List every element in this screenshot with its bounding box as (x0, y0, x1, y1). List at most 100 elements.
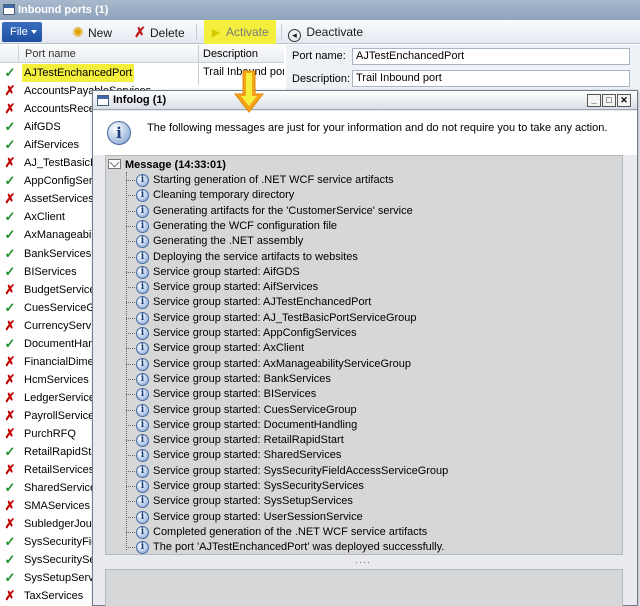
new-button[interactable]: ✺ New (70, 22, 112, 42)
checkmark-icon: ✓ (4, 570, 16, 586)
tree-connector (126, 302, 135, 304)
port-name-cell: TaxServices (24, 590, 84, 603)
checkmark-icon: ✓ (4, 245, 16, 261)
message-text: Generating artifacts for the 'CustomerSe… (153, 204, 413, 217)
column-header-port-name[interactable]: Port name (18, 45, 194, 63)
x-mark-icon: ✗ (4, 426, 16, 441)
info-icon: i (136, 388, 149, 402)
port-name-cell: PayrollServices (24, 409, 100, 422)
x-mark-icon: ✗ (4, 281, 16, 297)
window-icon (97, 95, 109, 106)
new-label: New (88, 26, 113, 40)
tree-root-label: Message (14:33:01) (125, 159, 226, 171)
message-text: Service group started: UserSessionServic… (153, 510, 363, 523)
tree-connector (126, 424, 135, 426)
info-icon: i (136, 204, 149, 218)
new-star-icon: ✺ (72, 24, 84, 40)
chevron-down-icon (31, 30, 37, 34)
checkmark-icon: ✓ (4, 263, 16, 279)
message-text: The port 'AJTestEnchancedPort' was deplo… (153, 541, 445, 554)
tree-connector (126, 317, 135, 319)
x-mark-icon: ✗ (4, 516, 16, 532)
tree-connector (126, 394, 135, 396)
maximize-button[interactable]: □ (602, 94, 616, 107)
tree-connector (126, 348, 135, 350)
activate-button[interactable]: ▶ Activate (204, 20, 276, 44)
tree-connector (126, 225, 135, 227)
message-text: Generating the .NET assembly (153, 235, 304, 248)
delete-button[interactable]: ✗ Delete (132, 22, 185, 42)
checkmark-icon: ✓ (4, 299, 16, 315)
tree-connector (126, 256, 135, 258)
port-name-label: Port name: (292, 50, 346, 62)
tree-connector (126, 210, 135, 212)
info-icon: i (136, 434, 149, 448)
tree-connector (126, 501, 135, 503)
port-name-field[interactable]: AJTestEnchancedPort (352, 48, 630, 65)
tree-connector (126, 333, 135, 334)
toolbar: File ✺ New ✗ Delete ▶ Activate ◂ Deactivate (0, 20, 640, 44)
tree-root-item[interactable]: Message (14:33:01) (108, 158, 226, 173)
info-icon: i (136, 265, 149, 279)
delete-x-icon: ✗ (134, 24, 146, 40)
x-mark-icon: ✗ (4, 389, 16, 405)
deactivate-button[interactable]: ◂ Deactivate (288, 22, 363, 42)
message-text: Service group started: SysSetupServices (153, 495, 353, 508)
message-text: Service group started: AJ_TestBasicPortS… (153, 311, 417, 324)
message-text: Service group started: AifGDS (153, 265, 300, 278)
grid-header: Port name (0, 45, 198, 63)
message-text: Service group started: CuesServiceGroup (153, 403, 357, 416)
x-mark-icon: ✗ (4, 407, 16, 423)
info-icon: i (136, 189, 149, 203)
info-icon: i (136, 372, 149, 386)
message-text: Service group started: SysSecurityFieldA… (153, 464, 449, 477)
checkmark-icon: ✓ (4, 335, 16, 351)
info-message: The following messages are just for your… (147, 122, 608, 134)
column-header-description[interactable]: Description (199, 45, 284, 63)
file-menu-button[interactable]: File (2, 22, 42, 42)
arrow-down-icon (234, 70, 264, 113)
port-name-cell: LedgerServices (24, 391, 101, 404)
tree-connector-line (126, 172, 127, 550)
close-button[interactable]: ✕ (617, 94, 631, 107)
tree-connector (126, 440, 135, 442)
message-text: Service group started: BankServices (153, 372, 331, 385)
info-icon: i (136, 357, 149, 371)
message-tree[interactable]: Message (14:33:01) i Starting generation … (105, 155, 623, 555)
tree-connector (126, 531, 135, 533)
file-menu-label: File (10, 26, 28, 38)
info-banner: i The following messages are just for yo… (93, 111, 637, 155)
description-field[interactable]: Trail Inbound port (352, 70, 630, 87)
grid-row[interactable]: ✓ AJTestEnchancedPort (0, 64, 198, 82)
x-mark-icon: ✗ (4, 83, 16, 99)
port-name-cell: AifGDS (24, 121, 61, 134)
checkmark-icon: ✓ (4, 552, 16, 568)
tree-connector (126, 287, 135, 289)
port-name-cell: AifServices (24, 139, 80, 152)
message-text: Service group started: BIServices (153, 388, 317, 401)
play-triangle-icon: ▶ (211, 27, 221, 39)
message-text: Cleaning temporary directory (153, 189, 295, 202)
tree-connector (126, 363, 135, 365)
window-titlebar: Inbound ports (1) (0, 0, 640, 20)
checkmark-icon: ✓ (4, 65, 16, 80)
tree-connector (126, 195, 135, 197)
x-mark-icon: ✗ (4, 317, 16, 333)
splitter-handle[interactable]: ···· (355, 557, 371, 567)
tree-connector (126, 486, 135, 487)
column-header-status[interactable] (0, 45, 18, 63)
message-text: Service group started: AxClient (153, 342, 305, 355)
port-name-cell: AxClient (24, 211, 65, 224)
info-icon: i (136, 525, 149, 539)
message-text: Service group started: AppConfigServices (153, 327, 357, 339)
port-name-cell: RetailServices (24, 464, 95, 477)
toolbar-separator (281, 24, 282, 40)
minimize-button[interactable]: _ (587, 94, 601, 107)
detail-pane: Port name: AJTestEnchancedPort Descripti… (286, 45, 640, 90)
message-text: Service group started: SharedServices (153, 449, 342, 462)
port-name-cell: HcmServices (24, 373, 89, 386)
info-icon: i (136, 327, 149, 340)
info-icon: i (136, 296, 149, 310)
tree-connector (126, 180, 135, 181)
x-mark-icon: ✗ (4, 462, 16, 478)
